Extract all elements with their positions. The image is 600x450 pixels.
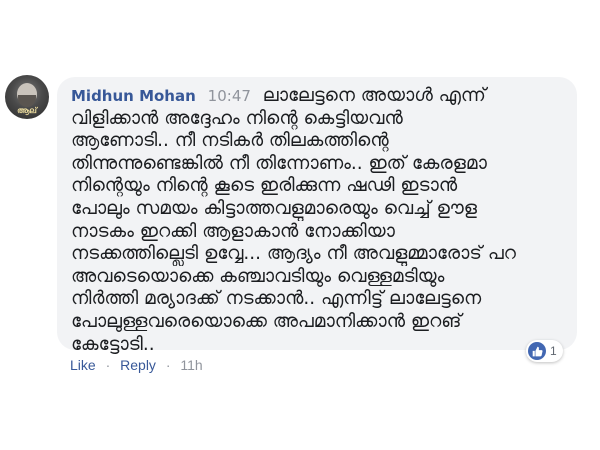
reaction-count: 1: [550, 344, 557, 358]
comment-age[interactable]: 11h: [180, 357, 202, 373]
comment-text-line: വിളിക്കാൻ അദ്ദേഹം നിന്റെ കെട്ടിയവൻ: [71, 107, 403, 129]
comment-text-line: നാടകം ഇറക്കി ആളാകാൻ നോക്കിയാ: [71, 220, 395, 242]
comment-text-line: നിന്റെയും നിന്റെ കൂടെ ഇരിക്കുന്ന ഷഢി ഇടാ…: [71, 175, 458, 197]
comment-text-line: പോലും സമയം കിട്ടാത്തവളുമാരെയും വെച്ച് ഊള: [71, 197, 477, 219]
action-separator: ·: [105, 357, 111, 373]
comment-text-line: ലാലേട്ടനെ അയാൾ എന്ന്: [262, 85, 486, 106]
action-separator: ·: [165, 357, 171, 373]
comment-text-line: നിർത്തി മര്യാദക്ക് നടക്കാൻ.. എന്നിട്ട് ല…: [71, 288, 482, 310]
avatar-tag: ആല്: [17, 106, 37, 115]
comment-bubble: Midhun Mohan 10:47 ലാലേട്ടനെ അയാൾ എന്ന് …: [57, 77, 577, 355]
comment-text-line: തിന്നുന്നുണ്ടെങ്കിൽ നീ തിന്നോണം.. ഇത് കേ…: [71, 152, 487, 174]
like-link[interactable]: Like: [70, 357, 96, 373]
comment-text-line: നടക്കത്തില്ലെടി ഉവ്വേ... ആദ്യം നീ അവളുമ്…: [71, 243, 516, 265]
comment-header-line: Midhun Mohan 10:47 ലാലേട്ടനെ അയാൾ എന്ന്: [71, 85, 563, 108]
comment-actions: Like · Reply · 11h: [70, 357, 203, 373]
comment-author[interactable]: Midhun Mohan: [71, 87, 196, 105]
comment-text-line: അവടെയൊക്കെ കഞ്ചാവടിയും വെള്ളമടിയും: [71, 265, 445, 287]
reaction-badge[interactable]: 1: [526, 340, 563, 362]
thumbs-up-icon: [528, 342, 546, 360]
comment-time: 10:47: [207, 87, 251, 105]
comment-text-line: പോലുള്ളവരെയൊക്കെ അപമാനിക്കാൻ ഇറങ്: [71, 310, 462, 332]
comment-text-line: കേട്ടോടി..: [71, 333, 155, 355]
reply-link[interactable]: Reply: [120, 357, 156, 373]
avatar[interactable]: ആല്: [5, 75, 49, 119]
comment-text-line: ആണോടി.. നീ നടികർ തിലകത്തിന്റെ: [71, 130, 389, 152]
